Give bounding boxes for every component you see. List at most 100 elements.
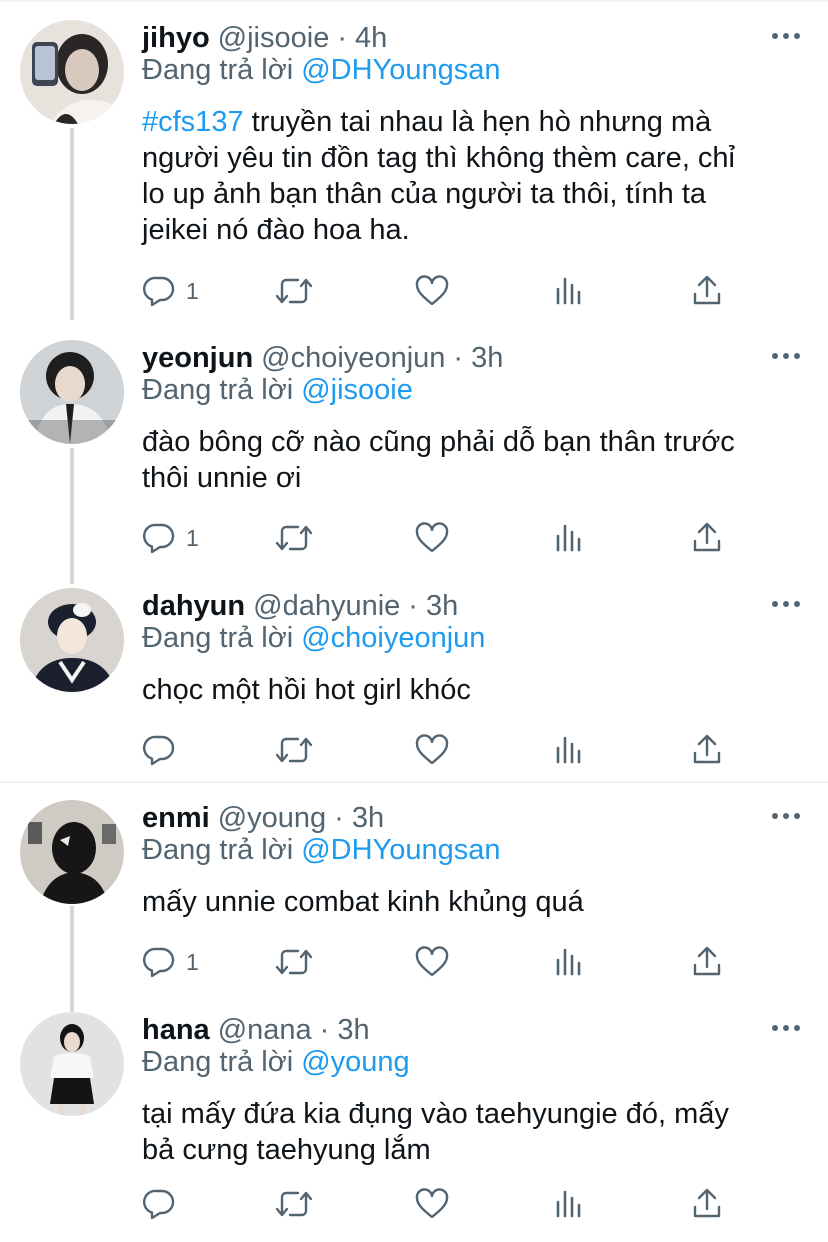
reply-count: 1 xyxy=(186,948,199,975)
timestamp[interactable]: 3h xyxy=(426,590,458,623)
tweet[interactable]: jihyo @jisooie · 4h Đang trả lời @DHYoung… xyxy=(0,0,828,320)
replying-to-label: Đang trả lời xyxy=(142,622,294,654)
display-name[interactable]: jihyo xyxy=(142,22,210,55)
views-button[interactable] xyxy=(553,1184,587,1224)
reply-count: 1 xyxy=(186,524,199,551)
tweet-actions xyxy=(142,730,742,770)
reply-icon xyxy=(143,523,175,554)
share-button[interactable] xyxy=(690,730,724,770)
tweet[interactable]: enmi @young · 3h Đang trả lời @DHYoungsan… xyxy=(0,780,828,992)
share-button[interactable] xyxy=(690,518,724,558)
tweet-header: dahyun @dahyunie · 3h xyxy=(142,586,458,626)
tweet-text-line: chọc một hồi hot girl khóc xyxy=(142,674,471,706)
reply-button[interactable] xyxy=(142,730,186,770)
user-handle[interactable]: @choiyeonjun xyxy=(261,342,445,375)
retweet-icon xyxy=(275,278,313,304)
more-icon[interactable] xyxy=(772,600,800,608)
replying-to: Đang trả lời @young xyxy=(142,1046,410,1079)
more-icon[interactable] xyxy=(772,812,800,820)
more-icon[interactable] xyxy=(772,352,800,360)
like-button[interactable] xyxy=(414,518,450,558)
retweet-button[interactable] xyxy=(274,271,314,311)
tweet[interactable]: yeonjun @choiyeonjun · 3h Đang trả lời @j… xyxy=(0,320,828,568)
views-icon xyxy=(556,736,581,764)
reply-button[interactable]: 1 xyxy=(142,518,199,558)
timestamp[interactable]: 3h xyxy=(471,342,503,375)
retweet-icon xyxy=(275,1191,313,1217)
mention-link[interactable]: @young xyxy=(301,1046,409,1078)
display-name[interactable]: enmi xyxy=(142,802,210,835)
reply-button[interactable] xyxy=(142,1184,186,1224)
hashtag-link[interactable]: #cfs137 xyxy=(142,106,244,138)
views-button[interactable] xyxy=(553,942,587,982)
share-button[interactable] xyxy=(690,271,724,311)
timestamp[interactable]: 3h xyxy=(337,1014,369,1047)
tweet-text: đào bông cỡ nào cũng phải dỗ bạn thân tr… xyxy=(142,424,792,496)
like-button[interactable] xyxy=(414,271,450,311)
tweet-actions: 1 xyxy=(142,942,742,982)
retweet-button[interactable] xyxy=(274,942,314,982)
like-icon xyxy=(415,734,449,765)
avatar[interactable] xyxy=(20,1012,124,1116)
mention-link[interactable]: @jisooie xyxy=(301,374,413,406)
mention-link[interactable]: @DHYoungsan xyxy=(301,834,500,866)
avatar[interactable] xyxy=(20,588,124,692)
separator-dot: · xyxy=(334,801,344,834)
mention-link[interactable]: @choiyeonjun xyxy=(301,622,485,654)
like-icon xyxy=(415,1188,449,1219)
share-button[interactable] xyxy=(690,1184,724,1224)
tweet-text-line: người yêu tin đồn tag thì không thèm car… xyxy=(142,142,735,174)
reply-button[interactable]: 1 xyxy=(142,271,199,311)
reply-icon xyxy=(143,276,175,307)
replying-to: Đang trả lời @choiyeonjun xyxy=(142,622,485,655)
share-button[interactable] xyxy=(690,942,724,982)
views-button[interactable] xyxy=(553,730,587,770)
views-icon xyxy=(556,948,581,976)
like-button[interactable] xyxy=(414,730,450,770)
retweet-icon xyxy=(275,525,313,551)
more-icon[interactable] xyxy=(772,1024,800,1032)
avatar[interactable] xyxy=(20,340,124,444)
timestamp[interactable]: 4h xyxy=(355,22,387,55)
views-icon xyxy=(556,277,581,305)
views-icon xyxy=(556,524,581,552)
tweet-text-line: lo up ảnh bạn thân của người ta thôi, tí… xyxy=(142,178,707,210)
display-name[interactable]: hana xyxy=(142,1014,210,1047)
avatar[interactable] xyxy=(20,800,124,904)
like-button[interactable] xyxy=(414,1184,450,1224)
retweet-button[interactable] xyxy=(274,518,314,558)
retweet-button[interactable] xyxy=(274,730,314,770)
display-name[interactable]: dahyun xyxy=(142,590,245,623)
like-button[interactable] xyxy=(414,942,450,982)
tweet-text: mấy unnie combat kinh khủng quá xyxy=(142,884,792,920)
views-button[interactable] xyxy=(553,518,587,558)
replying-to: Đang trả lời @DHYoungsan xyxy=(142,834,500,867)
views-button[interactable] xyxy=(553,271,587,311)
tweet-actions: 1 xyxy=(142,271,742,311)
tweet[interactable]: hana @nana · 3h Đang trả lời @young tại m… xyxy=(0,992,828,1242)
retweet-button[interactable] xyxy=(274,1184,314,1224)
tweet-header: jihyo @jisooie · 4h xyxy=(142,18,387,58)
user-handle[interactable]: @dahyunie xyxy=(253,590,400,623)
replying-to: Đang trả lời @jisooie xyxy=(142,374,413,407)
tweet-text-line: mấy unnie combat kinh khủng quá xyxy=(142,886,584,918)
tweet[interactable]: dahyun @dahyunie · 3h Đang trả lời @choiy… xyxy=(0,568,828,780)
separator-dot: · xyxy=(453,341,464,374)
share-icon xyxy=(693,275,721,305)
user-handle[interactable]: @jisooie xyxy=(218,22,330,55)
more-icon[interactable] xyxy=(772,32,800,40)
like-icon xyxy=(415,275,449,306)
display-name[interactable]: yeonjun xyxy=(142,342,253,375)
replying-to-label: Đang trả lời xyxy=(142,374,294,406)
user-handle[interactable]: @nana xyxy=(218,1014,312,1047)
mention-link[interactable]: @DHYoungsan xyxy=(301,54,500,86)
user-handle[interactable]: @young xyxy=(218,802,326,835)
separator-dot: · xyxy=(337,21,347,54)
tweet-text: tại mấy đứa kia đụng vào taehyungie đó, … xyxy=(142,1096,792,1168)
tweet-header: yeonjun @choiyeonjun · 3h xyxy=(142,338,503,378)
timestamp[interactable]: 3h xyxy=(352,802,384,835)
avatar[interactable] xyxy=(20,20,124,124)
retweet-icon xyxy=(275,737,313,763)
like-icon xyxy=(415,946,449,977)
reply-button[interactable]: 1 xyxy=(142,942,199,982)
